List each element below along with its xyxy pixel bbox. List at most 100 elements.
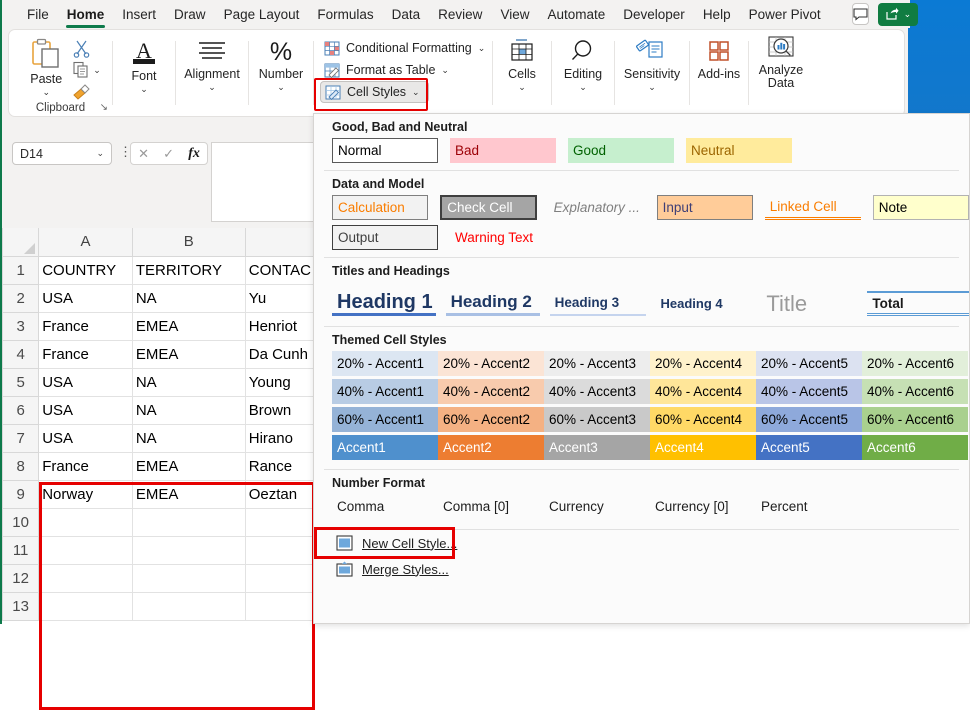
style-calculation[interactable]: Calculation	[332, 195, 429, 220]
cell-c5[interactable]: Young	[244, 367, 316, 397]
ribbon-group-sensitivity[interactable]: Sensitivity ⌄	[615, 30, 689, 116]
style-accent1[interactable]: Accent1	[332, 435, 438, 460]
editing-caret-icon[interactable]: ⌄	[579, 83, 587, 92]
clipboard-dialog-launcher[interactable]: ↘	[100, 102, 108, 113]
format-painter-icon[interactable]	[72, 82, 92, 100]
cut-icon[interactable]	[72, 39, 91, 58]
cell-styles-button[interactable]: Cell Styles ⌄	[320, 81, 429, 103]
cell-styles-caret-icon[interactable]: ⌄	[412, 87, 420, 98]
cell-b7[interactable]: NA	[131, 423, 246, 453]
style-heading-1[interactable]: Heading 1	[332, 291, 436, 316]
style-warning-text[interactable]: Warning Text	[450, 225, 556, 250]
style-60-accent5[interactable]: 60% - Accent5	[756, 407, 862, 432]
cell-b12[interactable]	[131, 563, 246, 593]
copy-caret-icon[interactable]: ⌄	[93, 66, 101, 75]
cell-a9[interactable]: Norway	[38, 479, 133, 509]
tab-developer[interactable]: Developer	[614, 3, 694, 26]
cell-a1[interactable]: COUNTRY	[38, 255, 133, 285]
cell-a12[interactable]	[38, 563, 133, 593]
cell-b8[interactable]: EMEA	[131, 451, 246, 481]
style-good[interactable]: Good	[568, 138, 674, 163]
tab-home[interactable]: Home	[58, 3, 114, 28]
style-comma[interactable]: Comma	[332, 494, 438, 519]
insert-function-icon[interactable]: fx	[188, 146, 200, 162]
cancel-icon[interactable]: ✕	[138, 146, 149, 162]
style-20-accent5[interactable]: 20% - Accent5	[756, 351, 862, 376]
style-40-accent3[interactable]: 40% - Accent3	[544, 379, 650, 404]
cell-b2[interactable]: NA	[131, 283, 246, 313]
cell-b6[interactable]: NA	[131, 395, 246, 425]
cell-c6[interactable]: Brown	[244, 395, 316, 425]
conditional-formatting-caret-icon[interactable]: ⌄	[478, 43, 486, 54]
style-total[interactable]: Total	[867, 291, 969, 316]
row-header-7[interactable]: 7	[1, 423, 40, 453]
tab-file[interactable]: File	[18, 3, 58, 26]
enter-icon[interactable]: ✓	[163, 146, 174, 162]
row-header-10[interactable]: 10	[1, 507, 40, 537]
row-header-11[interactable]: 11	[1, 535, 40, 565]
style-accent2[interactable]: Accent2	[438, 435, 544, 460]
style-40-accent6[interactable]: 40% - Accent6	[862, 379, 968, 404]
style-output[interactable]: Output	[332, 225, 438, 250]
style-comma-0[interactable]: Comma [0]	[438, 494, 544, 519]
cell-a4[interactable]: France	[38, 339, 133, 369]
alignment-caret-icon[interactable]: ⌄	[208, 83, 216, 92]
style-check-cell[interactable]: Check Cell	[440, 195, 537, 220]
ribbon-group-analyze-data[interactable]: Analyze Data	[749, 30, 813, 116]
row-header-8[interactable]: 8	[1, 451, 40, 481]
row-header-2[interactable]: 2	[1, 283, 40, 313]
tab-review[interactable]: Review	[429, 3, 491, 26]
style-currency-0[interactable]: Currency [0]	[650, 494, 756, 519]
style-linked-cell[interactable]: Linked Cell	[764, 195, 861, 220]
style-heading-4[interactable]: Heading 4	[656, 291, 752, 316]
style-percent[interactable]: Percent	[756, 494, 862, 519]
cell-b3[interactable]: EMEA	[131, 311, 246, 341]
paste-button[interactable]: Paste ⌄	[29, 37, 63, 97]
cell-c8[interactable]: Rance	[244, 451, 316, 481]
chevron-down-icon[interactable]: ⌄	[96, 148, 104, 159]
formula-input[interactable]	[211, 142, 315, 222]
style-60-accent2[interactable]: 60% - Accent2	[438, 407, 544, 432]
copy-icon[interactable]	[72, 61, 90, 79]
font-caret-icon[interactable]: ⌄	[140, 85, 148, 94]
cell-a5[interactable]: USA	[38, 367, 133, 397]
cell-a8[interactable]: France	[38, 451, 133, 481]
tab-insert[interactable]: Insert	[113, 3, 165, 26]
cell-a2[interactable]: USA	[38, 283, 133, 313]
row-header-13[interactable]: 13	[1, 591, 40, 621]
ribbon-group-editing[interactable]: Editing ⌄	[552, 30, 614, 116]
cell-c2[interactable]: Yu	[244, 283, 316, 313]
cell-a11[interactable]	[38, 535, 133, 565]
ribbon-group-cells[interactable]: Cells ⌄	[493, 30, 551, 116]
style-title[interactable]: Title	[761, 291, 857, 316]
cells-caret-icon[interactable]: ⌄	[518, 83, 526, 92]
format-as-table-button[interactable]: Format as Table ⌄	[320, 59, 453, 81]
style-accent3[interactable]: Accent3	[544, 435, 650, 460]
row-header-5[interactable]: 5	[1, 367, 40, 397]
style-20-accent3[interactable]: 20% - Accent3	[544, 351, 650, 376]
cell-b10[interactable]	[131, 507, 246, 537]
style-60-accent4[interactable]: 60% - Accent4	[650, 407, 756, 432]
style-accent5[interactable]: Accent5	[756, 435, 862, 460]
cell-c1[interactable]: CONTAC	[244, 255, 316, 285]
style-20-accent2[interactable]: 20% - Accent2	[438, 351, 544, 376]
ribbon-group-alignment[interactable]: Alignment ⌄	[176, 30, 248, 116]
cell-c11[interactable]	[244, 535, 316, 565]
cell-c7[interactable]: Hirano	[244, 423, 316, 453]
row-header-9[interactable]: 9	[1, 479, 40, 509]
spreadsheet-grid[interactable]: A B 1 COUNTRY TERRITORY CONTAC 2 USA NA …	[1, 228, 316, 710]
cell-b9[interactable]: EMEA	[131, 479, 246, 509]
row-header-3[interactable]: 3	[1, 311, 40, 341]
cell-b11[interactable]	[131, 535, 246, 565]
column-header-a[interactable]: A	[38, 228, 133, 257]
style-20-accent1[interactable]: 20% - Accent1	[332, 351, 438, 376]
cell-b4[interactable]: EMEA	[131, 339, 246, 369]
share-button[interactable]: ⌄	[877, 2, 919, 26]
cell-c4[interactable]: Da Cunh	[244, 339, 316, 369]
comments-button[interactable]	[851, 3, 869, 25]
conditional-formatting-button[interactable]: Conditional Formatting ⌄	[320, 37, 489, 59]
tab-page-layout[interactable]: Page Layout	[215, 3, 309, 26]
tab-view[interactable]: View	[491, 3, 538, 26]
style-20-accent4[interactable]: 20% - Accent4	[650, 351, 756, 376]
cell-a13[interactable]	[38, 591, 133, 621]
